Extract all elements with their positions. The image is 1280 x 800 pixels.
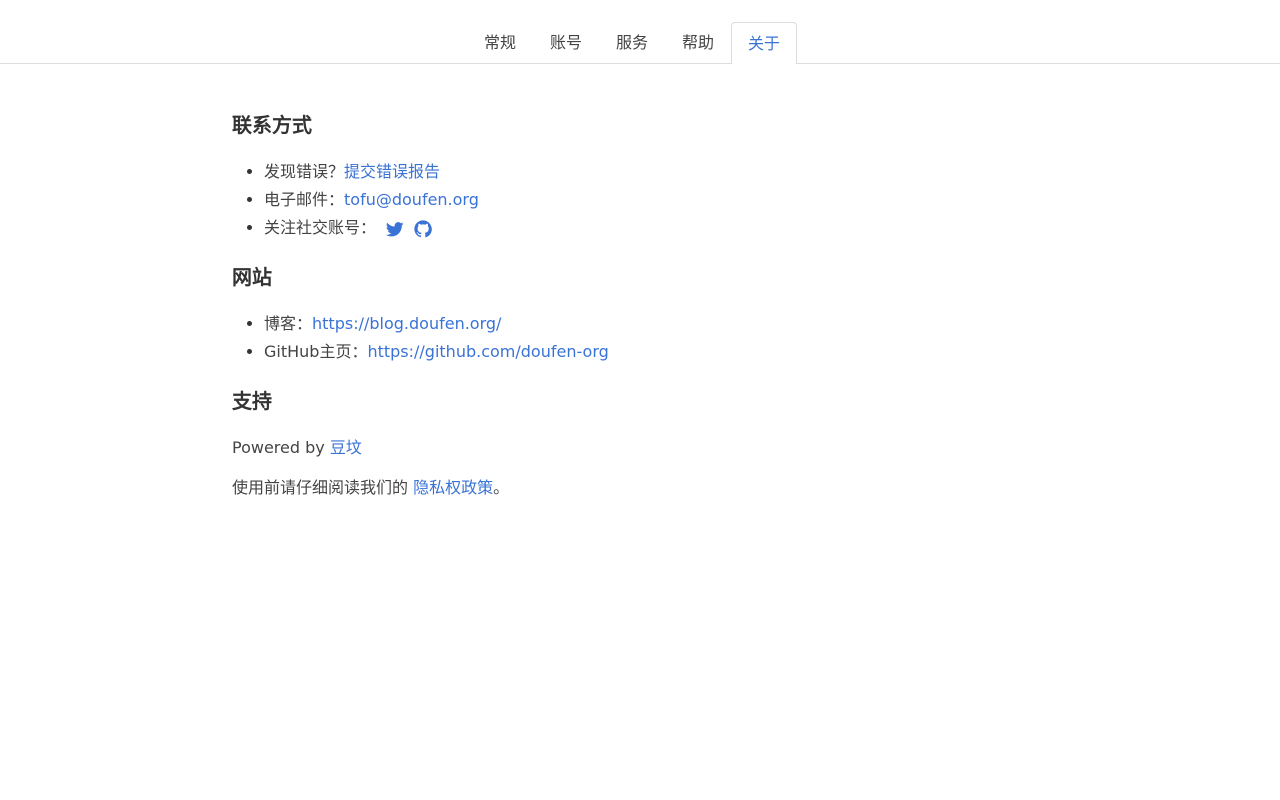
list-item-social: 关注社交账号： — [264, 214, 1052, 242]
contact-list: 发现错误？提交错误报告 电子邮件：tofu@doufen.org 关注社交账号： — [232, 158, 1052, 242]
doufen-link[interactable]: 豆坟 — [330, 438, 362, 457]
privacy-prefix: 使用前请仔细阅读我们的 — [232, 478, 414, 497]
privacy-suffix: 。 — [493, 478, 510, 497]
social-prefix: 关注社交账号： — [264, 218, 377, 237]
powered-by-text: Powered by 豆坟 — [232, 436, 1052, 460]
bug-report-prefix: 发现错误？ — [264, 162, 345, 181]
bug-report-link[interactable]: 提交错误报告 — [344, 162, 440, 181]
blog-link[interactable]: https://blog.doufen.org/ — [312, 314, 501, 333]
privacy-notice: 使用前请仔细阅读我们的 隐私权政策。 — [232, 476, 1052, 500]
list-item-email: 电子邮件：tofu@doufen.org — [264, 186, 1052, 214]
tab-bar: 常规 账号 服务 帮助 关于 — [0, 0, 1280, 64]
blog-prefix: 博客： — [264, 314, 313, 333]
about-content: 联系方式 发现错误？提交错误报告 电子邮件：tofu@doufen.org 关注… — [232, 64, 1052, 500]
twitter-icon[interactable] — [386, 220, 404, 238]
email-prefix: 电子邮件： — [264, 190, 345, 209]
github-link[interactable]: https://github.com/doufen-org — [367, 342, 608, 361]
tab-services[interactable]: 服务 — [599, 22, 665, 63]
tab-about[interactable]: 关于 — [731, 22, 797, 64]
support-heading: 支持 — [232, 389, 272, 413]
contact-heading: 联系方式 — [232, 113, 312, 137]
tab-general[interactable]: 常规 — [467, 22, 533, 63]
github-prefix: GitHub主页： — [264, 342, 368, 361]
website-list: 博客：https://blog.doufen.org/ GitHub主页：htt… — [232, 310, 1052, 366]
tab-help[interactable]: 帮助 — [665, 22, 731, 63]
github-icon[interactable] — [414, 219, 432, 238]
list-item-blog: 博客：https://blog.doufen.org/ — [264, 310, 1052, 338]
privacy-policy-link[interactable]: 隐私权政策 — [413, 478, 493, 497]
website-heading: 网站 — [232, 265, 272, 289]
tab-list: 常规 账号 服务 帮助 关于 — [467, 22, 797, 64]
tab-account[interactable]: 账号 — [533, 22, 599, 63]
social-icons — [386, 219, 442, 238]
list-item-github: GitHub主页：https://github.com/doufen-org — [264, 338, 1052, 366]
list-item-bug-report: 发现错误？提交错误报告 — [264, 158, 1052, 186]
powered-prefix: Powered by — [232, 438, 330, 457]
email-link[interactable]: tofu@doufen.org — [344, 190, 479, 209]
